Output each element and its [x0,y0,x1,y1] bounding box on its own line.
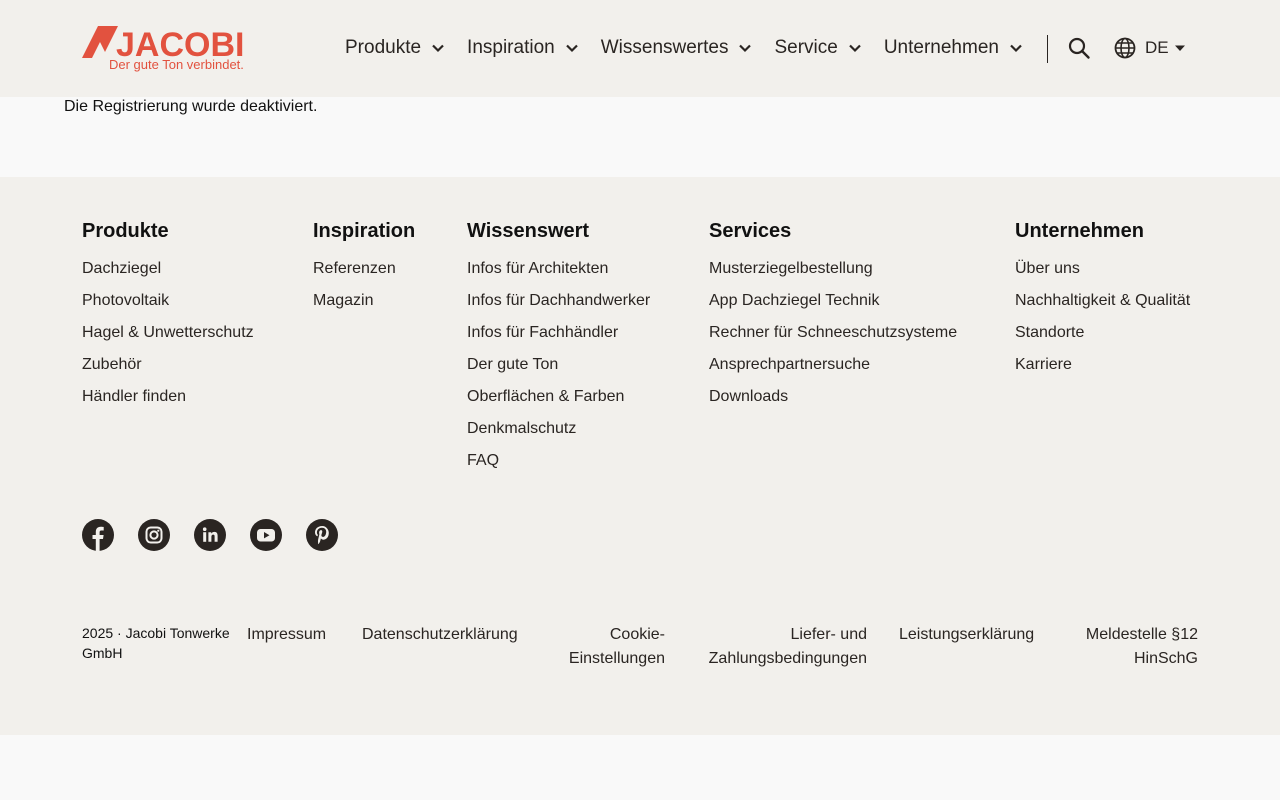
social-links [82,519,362,551]
site-footer: Produkte Dachziegel Photovoltaik Hagel &… [0,177,1280,735]
nav-item-produkte[interactable]: Produkte [345,37,445,59]
footer-link[interactable]: Oberflächen & Farben [467,381,650,413]
legal-link-leistungserklaerung[interactable]: Leistungserklärung [899,623,1034,647]
chevron-down-icon [849,44,861,53]
footer-column-inspiration: Inspiration Referenzen Magazin [313,219,415,317]
nav-item-wissenswertes[interactable]: Wissenswertes [601,37,753,59]
legal-link-cookie-settings[interactable]: Cookie- Einstellungen [569,623,665,671]
site-header: JACOBI Der gute Ton verbindet. Produkte … [0,0,1280,97]
footer-column-title: Wissenswert [467,220,590,242]
facebook-icon[interactable] [82,519,114,551]
legal-link-label[interactable]: Meldestelle §12 [1086,623,1198,647]
language-label: DE [1145,38,1169,57]
footer-column-title: Produkte [82,220,169,242]
copyright: 2025 · Jacobi Tonwerke GmbH [82,623,230,663]
legal-link-impressum[interactable]: Impressum [247,623,326,647]
footer-column-produkte: Produkte Dachziegel Photovoltaik Hagel &… [82,219,254,413]
search-icon[interactable] [1067,36,1091,60]
chevron-down-icon [432,44,444,53]
chevron-down-icon [739,44,752,53]
legal-link-meldestelle[interactable]: Meldestelle §12 HinSchG [1086,623,1198,671]
footer-link[interactable]: FAQ [467,445,650,477]
footer-link[interactable]: Infos für Architekten [467,253,650,285]
footer-link[interactable]: Referenzen [313,253,415,285]
footer-link[interactable]: Infos für Fachhändler [467,317,650,349]
nav-item-inspiration[interactable]: Inspiration [467,37,579,59]
globe-icon [1114,37,1136,59]
language-selector[interactable]: DE [1114,37,1186,59]
nav-label: Produkte [345,37,422,58]
footer-link[interactable]: Nachhaltigkeit & Qualität [1015,285,1190,317]
footer-link[interactable]: Standorte [1015,317,1190,349]
footer-link[interactable]: Musterziegelbestellung [709,253,957,285]
nav-label: Service [774,37,838,58]
legal-link-label[interactable]: Einstellungen [569,647,665,671]
footer-link[interactable]: Ansprechpartnersuche [709,349,957,381]
footer-link[interactable]: Dachziegel [82,253,254,285]
footer-column-title: Unternehmen [1015,220,1144,242]
legal-link-label[interactable]: Datenschutzerklärung [362,626,518,643]
nav-label: Wissenswertes [600,37,729,58]
footer-link[interactable]: Händler finden [82,381,254,413]
logo-tagline: Der gute Ton verbindet. [109,57,244,72]
youtube-icon[interactable] [250,519,282,551]
linkedin-icon[interactable] [194,519,226,551]
footer-column-title: Services [709,220,792,242]
footer-column-wissenswert: Wissenswert Infos für Architekten Infos … [467,219,650,477]
legal-link-datenschutz[interactable]: Datenschutzerklärung [362,623,518,647]
caret-down-icon [1174,45,1185,51]
chevron-down-icon [1010,44,1022,53]
nav-item-service[interactable]: Service [774,37,861,59]
chevron-down-icon [565,44,578,53]
legal-link-label[interactable]: Liefer- und [709,623,868,647]
footer-link[interactable]: Downloads [709,381,957,413]
nav-divider [1047,35,1048,63]
copyright-line: GmbH [82,645,123,661]
legal-link-label[interactable]: Cookie- [569,623,665,647]
copyright-line: 2025 · Jacobi Tonwerke [82,625,230,641]
nav-item-unternehmen[interactable]: Unternehmen [884,37,1023,59]
footer-link[interactable]: Karriere [1015,349,1190,381]
instagram-icon[interactable] [138,519,170,551]
nav-label: Unternehmen [883,37,999,58]
footer-link[interactable]: Denkmalschutz [467,413,650,445]
footer-column-unternehmen: Unternehmen Über uns Nachhaltigkeit & Qu… [1015,219,1190,381]
footer-link[interactable]: Der gute Ton [467,349,650,381]
legal-link-label[interactable]: Leistungserklärung [899,626,1034,643]
footer-link[interactable]: Infos für Dachhandwerker [467,285,650,317]
footer-link[interactable]: Photovoltaik [82,285,254,317]
footer-link[interactable]: Rechner für Schneeschutzsysteme [709,317,957,349]
footer-column-title: Inspiration [313,220,416,242]
pinterest-icon[interactable] [306,519,338,551]
footer-link[interactable]: Magazin [313,285,415,317]
footer-link[interactable]: Zubehör [82,349,254,381]
footer-link[interactable]: Über uns [1015,253,1190,285]
status-message: Die Registrierung wurde deaktiviert. [64,98,318,115]
main-navigation: Produkte Inspiration Wissenswertes Servi… [345,34,1023,62]
legal-link-label[interactable]: HinSchG [1086,647,1198,671]
footer-link[interactable]: Hagel & Unwetterschutz [82,317,254,349]
jacobi-logo[interactable]: JACOBI Der gute Ton verbindet. [82,24,266,72]
legal-link-label[interactable]: Impressum [247,626,326,643]
footer-column-services: Services Musterziegelbestellung App Dach… [709,219,957,413]
footer-link[interactable]: App Dachziegel Technik [709,285,957,317]
legal-link-label[interactable]: Zahlungsbedingungen [709,647,867,671]
nav-label: Inspiration [467,37,555,58]
legal-link-lieferbedingungen[interactable]: Liefer- und Zahlungsbedingungen [709,623,867,671]
